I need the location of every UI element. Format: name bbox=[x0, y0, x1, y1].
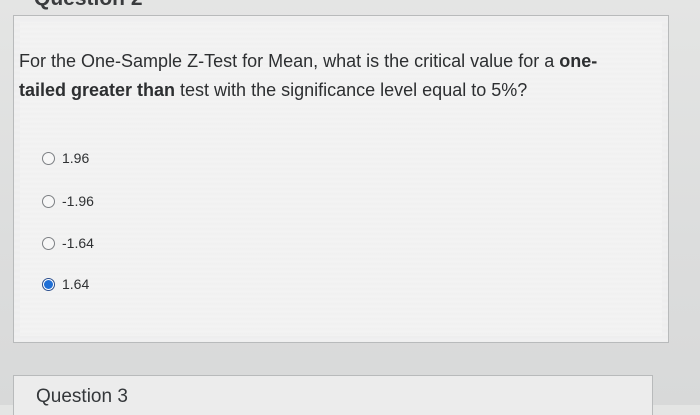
question-text-part1: For the One-Sample Z-Test for Mean, what… bbox=[19, 51, 560, 71]
previous-question-header: Question 2 bbox=[0, 0, 700, 14]
previous-question-title: Question 2 bbox=[34, 0, 143, 11]
radio-button-icon[interactable] bbox=[42, 236, 55, 250]
answer-option-label: -1.96 bbox=[62, 193, 94, 209]
radio-button-selected-icon[interactable] bbox=[42, 277, 55, 291]
answer-option-3[interactable]: -1.64 bbox=[42, 233, 94, 253]
answer-option-label: 1.96 bbox=[62, 150, 90, 166]
question-text-part2: test with the significance level equal t… bbox=[175, 80, 528, 100]
chevron-right-icon[interactable]: › bbox=[0, 377, 8, 391]
radio-button-icon[interactable] bbox=[42, 194, 55, 208]
radio-button-icon[interactable] bbox=[42, 151, 55, 165]
answer-option-label: -1.64 bbox=[62, 235, 94, 251]
next-question-card[interactable]: Question 3 bbox=[13, 375, 653, 415]
answer-option-4[interactable]: 1.64 bbox=[42, 274, 89, 294]
answer-option-2[interactable]: -1.96 bbox=[42, 191, 94, 211]
question-text: For the One-Sample Z-Test for Mean, what… bbox=[19, 47, 629, 105]
answer-option-1[interactable]: 1.96 bbox=[42, 148, 89, 168]
answer-option-label: 1.64 bbox=[62, 276, 90, 292]
